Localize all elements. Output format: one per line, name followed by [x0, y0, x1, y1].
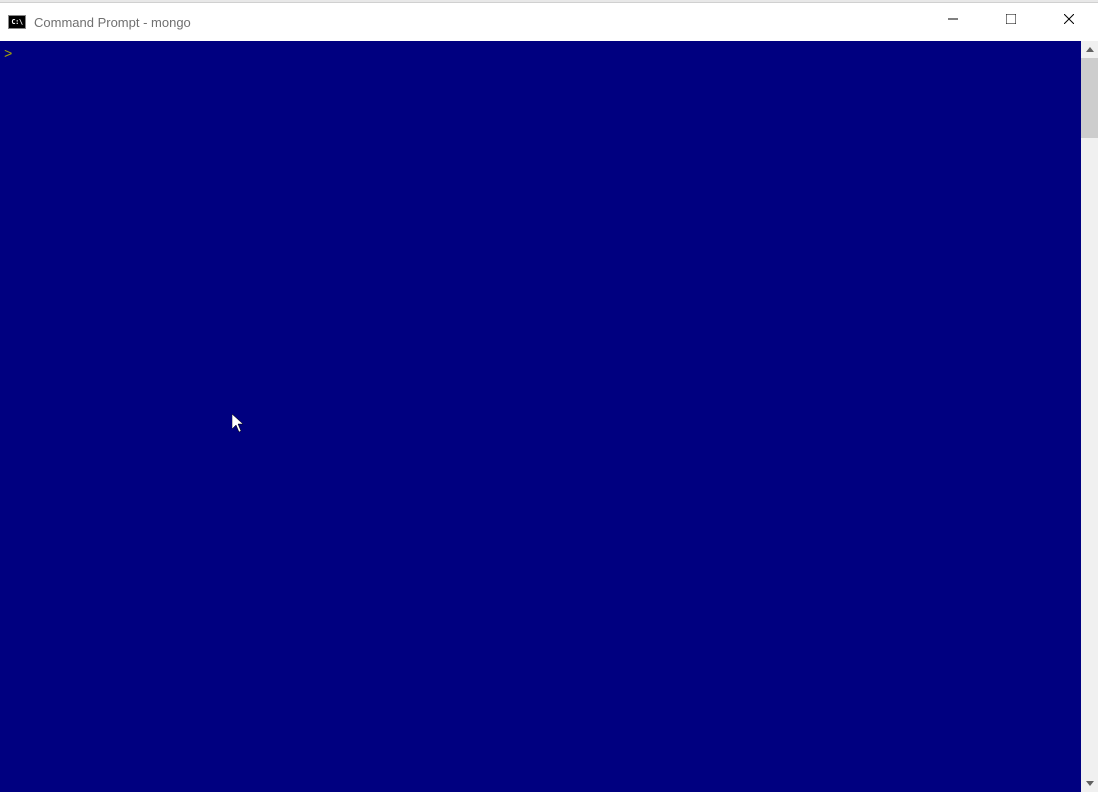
close-icon [1064, 14, 1074, 24]
terminal[interactable]: > [0, 41, 1081, 792]
scroll-thumb[interactable] [1081, 58, 1098, 138]
command-prompt-window: C:\ Command Prompt - mongo [0, 2, 1098, 792]
chevron-up-icon [1086, 47, 1094, 52]
close-button[interactable] [1040, 3, 1098, 35]
scroll-track[interactable] [1081, 58, 1098, 775]
app-icon-text: C:\ [11, 19, 22, 26]
app-icon: C:\ [8, 15, 26, 29]
titlebar[interactable]: C:\ Command Prompt - mongo [0, 3, 1098, 41]
scroll-down-button[interactable] [1081, 775, 1098, 792]
maximize-icon [1006, 14, 1016, 24]
minimize-icon [948, 14, 958, 24]
content-area: > [0, 41, 1098, 792]
window-controls [924, 3, 1098, 35]
terminal-prompt: > [4, 47, 12, 63]
scroll-up-button[interactable] [1081, 41, 1098, 58]
chevron-down-icon [1086, 781, 1094, 786]
maximize-button[interactable] [982, 3, 1040, 35]
vertical-scrollbar[interactable] [1081, 41, 1098, 792]
window-title: Command Prompt - mongo [34, 15, 191, 30]
minimize-button[interactable] [924, 3, 982, 35]
